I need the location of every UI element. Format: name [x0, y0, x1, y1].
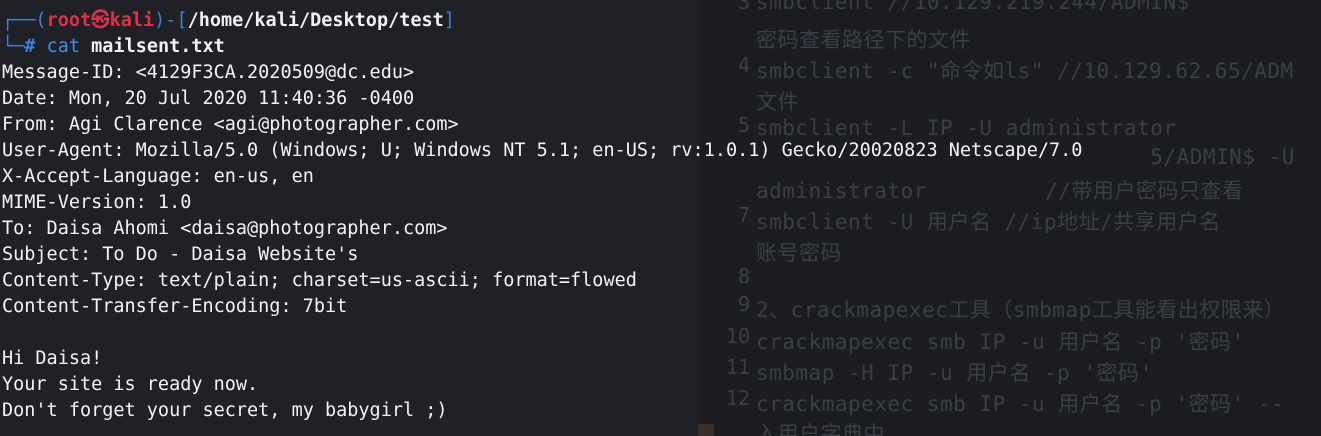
prompt-open: ┌──(: [2, 10, 47, 31]
prompt-close: ]: [443, 10, 455, 31]
command-name: cat: [46, 36, 80, 57]
terminal-cursor: [698, 424, 714, 436]
output-line: Date: Mon, 20 Jul 2020 11:40:36 -0400: [2, 88, 415, 109]
output-line: Content-Transfer-Encoding: 7bit: [2, 296, 348, 317]
output-line: Message-ID: <4129F3CA.2020509@dc.edu>: [2, 62, 415, 83]
prompt-corner: └─: [2, 36, 25, 57]
output-line: From: Agi Clarence <agi@photographer.com…: [2, 114, 459, 135]
output-line: Don't forget your secret, my babygirl ;): [2, 400, 448, 421]
output-line: X-Accept-Language: en-us, en: [2, 166, 314, 187]
output-line: Hi Daisa!: [2, 348, 103, 369]
prompt-hash: #: [24, 36, 36, 57]
terminal-window[interactable]: ┌──(root㉿kali)-[/home/kali/Desktop/test]…: [0, 0, 1321, 436]
prompt-mid: )-[: [154, 10, 188, 31]
command-argument: mailsent.txt: [91, 36, 225, 57]
output-line: Subject: To Do - Daisa Website's: [2, 244, 359, 265]
prompt-path: /home/kali/Desktop/test: [187, 10, 444, 31]
output-line: User-Agent: Mozilla/5.0 (Windows; U; Win…: [2, 140, 1083, 161]
output-line: Your site is ready now.: [2, 374, 259, 395]
output-line: To: Daisa Ahomi <daisa@photographer.com>: [2, 218, 448, 239]
command-line: └─# cat mailsent.txt: [2, 34, 225, 60]
prompt-header: ┌──(root㉿kali)-[/home/kali/Desktop/test]: [2, 8, 455, 34]
output-line: MIME-Version: 1.0: [2, 192, 192, 213]
prompt-user: root㉿kali: [46, 10, 155, 31]
output-line: Content-Type: text/plain; charset=us-asc…: [2, 270, 637, 291]
